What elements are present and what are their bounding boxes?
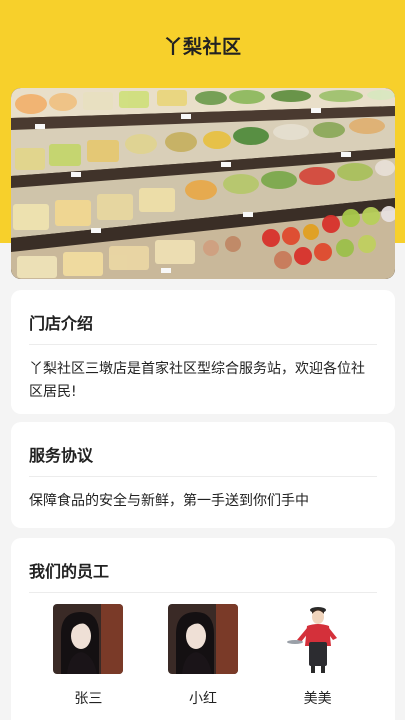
staff-photo-icon	[53, 604, 124, 674]
service-agreement-text: 保障食品的安全与新鲜，第一手送到你们手中	[29, 493, 309, 509]
service-agreement-title: 服务协议	[29, 446, 94, 465]
page: 丫梨社区 门店介绍 丫梨社区三墩店是首家社区型综合服务站，欢迎各位社区居民! 服…	[0, 0, 405, 720]
staff-name: 张三	[74, 691, 103, 707]
banner-image[interactable]	[11, 88, 395, 279]
divider	[29, 476, 377, 477]
staff-photo-icon	[167, 604, 238, 674]
staff-member[interactable]: 小红	[158, 604, 248, 708]
store-intro-title: 门店介绍	[29, 314, 94, 333]
avatar	[167, 604, 238, 674]
store-intro-text: 丫梨社区三墩店是首家社区型综合服务站，欢迎各位社区居民!	[29, 361, 365, 400]
divider	[29, 344, 377, 345]
staff-title: 我们的员工	[29, 562, 110, 581]
supermarket-shelves-illustration	[11, 88, 395, 279]
service-agreement-card: 服务协议 保障食品的安全与新鲜，第一手送到你们手中	[11, 422, 395, 528]
staff-name: 小红	[188, 691, 217, 707]
page-title: 丫梨社区	[163, 35, 242, 58]
avatar	[53, 604, 124, 674]
header: 丫梨社区	[0, 0, 405, 88]
store-intro-card: 门店介绍 丫梨社区三墩店是首家社区型综合服务站，欢迎各位社区居民!	[11, 290, 395, 414]
waitress-illustration-icon	[282, 604, 353, 674]
divider	[29, 592, 377, 593]
avatar	[282, 604, 353, 674]
staff-member[interactable]: 美美	[273, 604, 363, 708]
staff-list: 张三 小红 美美	[11, 604, 395, 708]
staff-card: 我们的员工 张三 小红 美美	[11, 538, 395, 720]
staff-name: 美美	[303, 691, 332, 707]
staff-member[interactable]: 张三	[43, 604, 133, 708]
